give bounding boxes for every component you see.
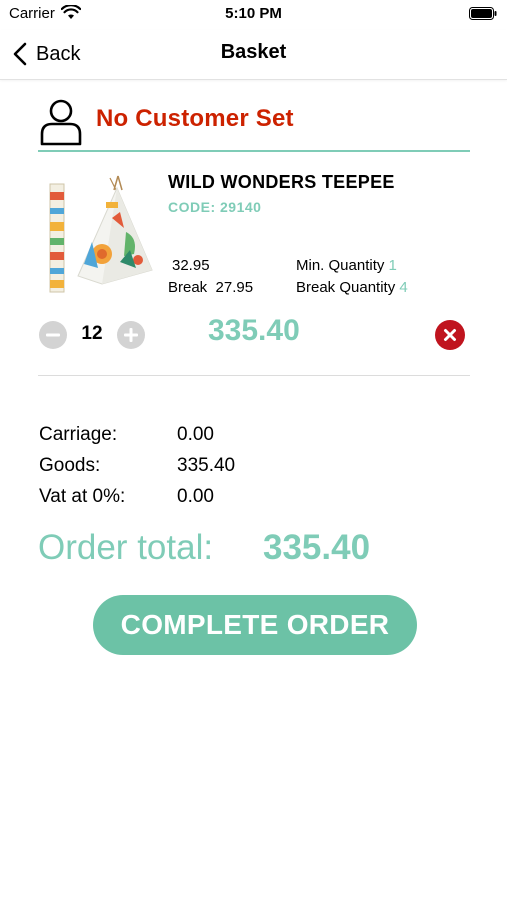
product-image xyxy=(49,175,153,293)
remove-item-button[interactable] xyxy=(435,320,465,350)
quantity-value: 12 xyxy=(81,323,103,344)
product-code: CODE: 29140 xyxy=(168,199,262,215)
break-price-label: Break xyxy=(168,279,208,296)
break-quantity-label: Break Quantity xyxy=(296,279,396,296)
complete-order-button[interactable]: COMPLETE ORDER xyxy=(93,595,417,655)
carriage-label: Carriage: xyxy=(39,424,118,445)
break-price-value: 27.95 xyxy=(215,279,254,296)
min-quantity-label: Min. Quantity xyxy=(296,257,385,274)
person-icon xyxy=(40,99,82,146)
customer-selector[interactable]: No Customer Set xyxy=(38,96,470,152)
goods-label: Goods: xyxy=(39,455,101,476)
minus-icon xyxy=(46,333,60,337)
battery-icon xyxy=(469,7,497,20)
break-price: Break 27.95 xyxy=(168,279,253,296)
unit-price: 32.95 xyxy=(172,257,210,274)
break-quantity: Break Quantity 4 xyxy=(296,279,408,296)
product-name: WILD WONDERS TEEPEE xyxy=(168,172,395,192)
min-quantity-value: 1 xyxy=(388,257,397,274)
increase-quantity-button[interactable] xyxy=(117,321,145,349)
page-title: Basket xyxy=(220,41,287,63)
vat-label: Vat at 0%: xyxy=(39,486,126,507)
break-quantity-value: 4 xyxy=(399,279,408,296)
unit-price-value: 32.95 xyxy=(172,257,210,274)
vat-value: 0.00 xyxy=(177,486,214,507)
status-time: 5:10 PM xyxy=(225,5,282,22)
goods-value: 335.40 xyxy=(177,455,236,476)
min-quantity: Min. Quantity 1 xyxy=(296,257,397,274)
navigation-bar: Back Basket xyxy=(0,30,507,80)
order-total-value: 335.40 xyxy=(263,528,371,567)
close-icon xyxy=(444,329,456,341)
carriage-value: 0.00 xyxy=(177,424,214,445)
line-total: 335.40 xyxy=(208,314,300,347)
customer-label: No Customer Set xyxy=(96,105,294,132)
plus-icon xyxy=(124,328,138,342)
decrease-quantity-button[interactable] xyxy=(39,321,67,349)
order-total-label: Order total: xyxy=(38,528,214,567)
divider xyxy=(38,375,470,376)
status-bar: Carrier 5:10 PM xyxy=(0,0,507,30)
